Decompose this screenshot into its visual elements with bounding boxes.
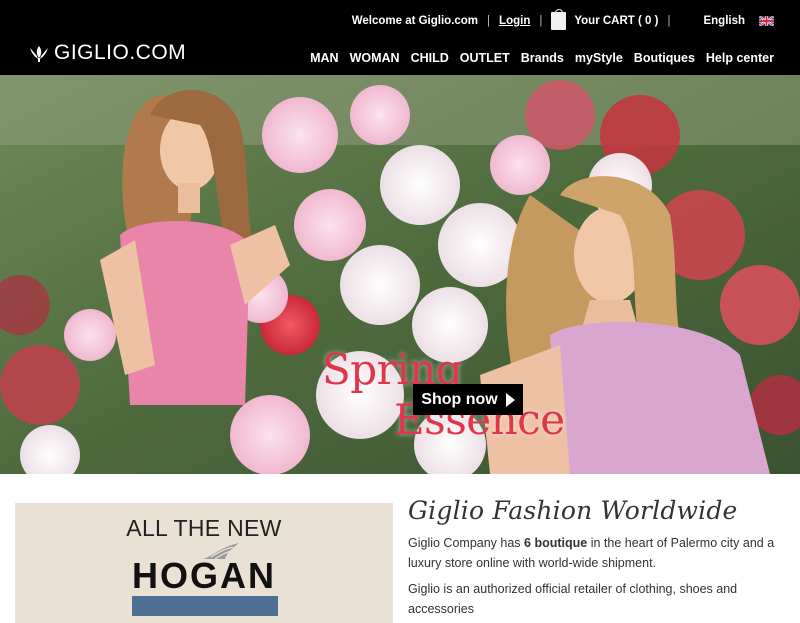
logo[interactable]: GIGLIO.COM xyxy=(28,41,186,65)
promo-brand: HOGAN xyxy=(132,555,276,596)
uk-flag-icon[interactable] xyxy=(759,16,774,26)
top-utility-bar: Welcome at Giglio.com | Login | Your CAR… xyxy=(351,9,774,30)
shop-now-button[interactable]: Shop now xyxy=(413,384,523,415)
nav-item-child[interactable]: CHILD xyxy=(411,51,449,65)
about-section: Giglio Fashion Worldwide Giglio Company … xyxy=(408,496,788,619)
about-p1-bold: 6 boutique xyxy=(524,536,588,550)
main-nav: MAN WOMAN CHILD OUTLET Brands myStyle Bo… xyxy=(310,51,774,65)
nav-item-mystyle[interactable]: myStyle xyxy=(575,51,623,65)
shop-now-label: Shop now xyxy=(421,390,498,408)
nav-item-man[interactable]: MAN xyxy=(310,51,338,65)
nav-item-boutiques[interactable]: Boutiques xyxy=(634,51,695,65)
login-link[interactable]: Login xyxy=(499,15,530,27)
nav-item-help-center[interactable]: Help center xyxy=(706,51,774,65)
cart-link[interactable]: Your CART ( 0 ) xyxy=(574,15,658,27)
play-arrow-icon xyxy=(505,392,515,407)
shopping-bag-icon[interactable] xyxy=(551,9,567,30)
logo-text: GIGLIO.COM xyxy=(54,41,187,64)
separator: | xyxy=(667,15,671,27)
about-paragraph-2: Giglio is an authorized official retaile… xyxy=(408,582,738,616)
nav-item-woman[interactable]: WOMAN xyxy=(350,51,400,65)
nav-item-brands[interactable]: Brands xyxy=(521,51,564,65)
language-selector[interactable]: English xyxy=(703,15,745,27)
separator: | xyxy=(487,15,491,27)
promo-strip xyxy=(132,596,278,616)
welcome-text: Welcome at Giglio.com xyxy=(351,15,479,27)
about-heading: Giglio Fashion Worldwide xyxy=(408,496,738,525)
nav-item-outlet[interactable]: OUTLET xyxy=(460,51,510,65)
site-header: GIGLIO.COM Welcome at Giglio.com | Login… xyxy=(0,0,800,75)
lily-logo-icon xyxy=(30,46,48,62)
hero-banner[interactable]: Spring Essence xyxy=(0,75,800,474)
promo-line1: ALL THE NEW xyxy=(126,515,282,541)
promo-banner[interactable]: ALL THE NEW HOGAN xyxy=(15,503,393,623)
about-paragraph-1: Giglio Company has 6 boutique in the hea… xyxy=(408,533,788,573)
separator: | xyxy=(539,15,543,27)
about-p1-text: Giglio Company has xyxy=(408,536,525,550)
